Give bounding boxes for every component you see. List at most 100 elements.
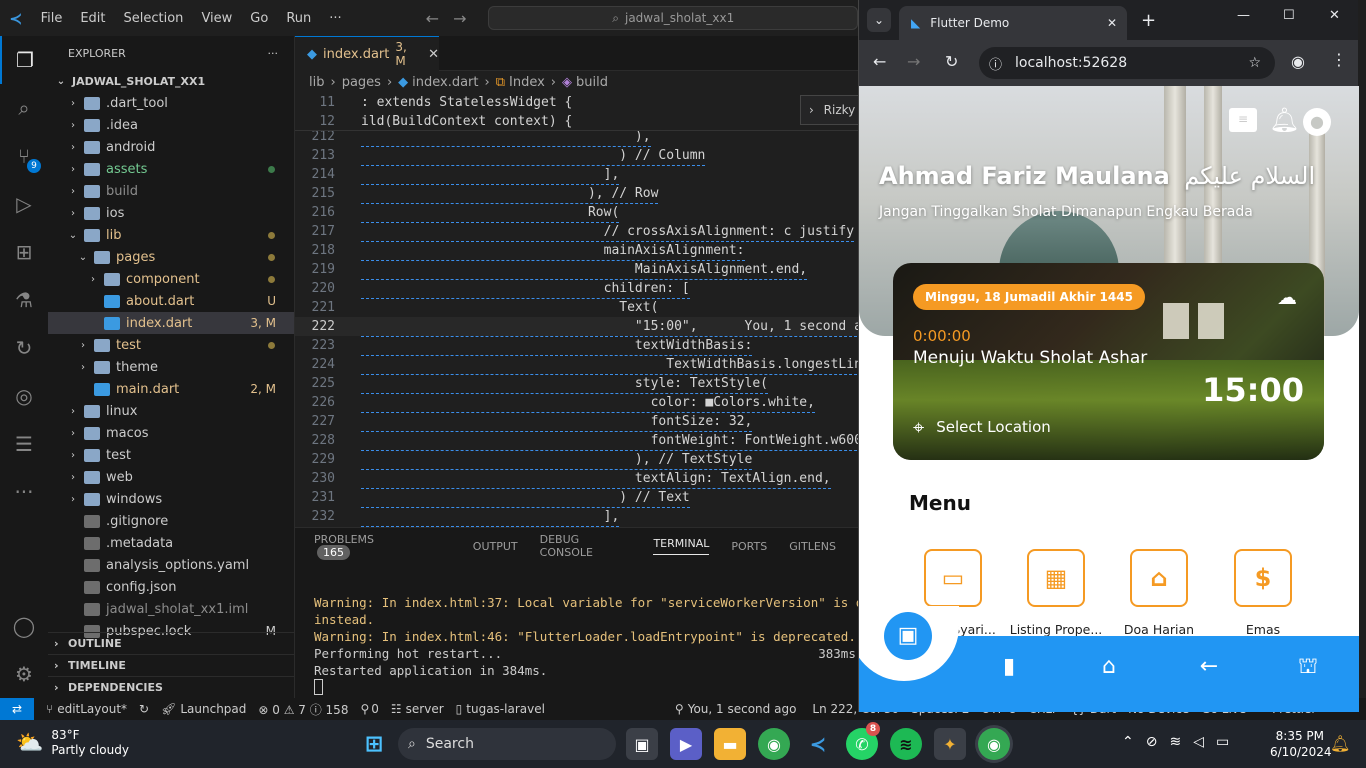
weather-widget[interactable]: ⛅ 83°F Partly cloudy [16, 728, 129, 758]
status-problems[interactable]: ⊗ 0 ⚠ 7 ⓘ 158 [258, 701, 348, 718]
account-icon[interactable]: ◯ [0, 602, 48, 650]
reload-icon[interactable]: ↻ [945, 52, 958, 71]
select-location-button[interactable]: ⌖ Select Location [913, 415, 1051, 439]
breadcrumb-file[interactable]: index.dart [412, 75, 478, 90]
database-icon[interactable]: ☰ [0, 420, 48, 468]
nav-active-profile-button[interactable]: ▣ [884, 612, 932, 660]
menu-file[interactable]: File [32, 11, 72, 26]
address-bar[interactable]: ⓘ localhost:52628 ☆ [979, 47, 1275, 79]
chrome-tab-flutter-demo[interactable]: ◣ Flutter Demo ✕ [899, 6, 1127, 40]
search-icon[interactable]: ⌕ [0, 84, 48, 132]
taskbar-search[interactable]: ⌕ Search [398, 728, 616, 760]
tree-item[interactable]: ⌄ lib [48, 224, 294, 246]
panel-tab-debug-console[interactable]: DEBUG CONSOLE [540, 533, 632, 559]
explorer-icon[interactable]: ❐ [0, 36, 48, 84]
panel-tab-problems[interactable]: PROBLEMS 165 [314, 533, 451, 560]
system-tray[interactable]: ⌃⊘≋◁▭ [1122, 734, 1241, 750]
explorer-more-icon[interactable]: ··· [268, 47, 279, 60]
tree-item[interactable]: › test [48, 334, 294, 356]
status-blame[interactable]: You, 1 second ago [688, 702, 797, 716]
breadcrumb-lib[interactable]: lib [309, 75, 324, 90]
status-repo[interactable]: tugas-laravel [466, 702, 545, 716]
menu-selection[interactable]: Selection [115, 11, 193, 26]
task-view-icon[interactable]: ▣ [626, 728, 658, 760]
nav-back-forward-icon[interactable]: ←→ [426, 9, 481, 28]
sync-icon[interactable]: ↻ [139, 702, 149, 716]
bookmark-star-icon[interactable]: ☆ [1248, 55, 1261, 71]
run-debug-icon[interactable]: ▷ [0, 180, 48, 228]
menu-building-button[interactable]: ▦ [1027, 549, 1085, 607]
section-outline[interactable]: › OUTLINE [48, 632, 294, 654]
tree-item[interactable]: ⌄ pages [48, 246, 294, 268]
close-window-icon[interactable]: ✕ [1329, 8, 1340, 23]
tree-item[interactable]: › android [48, 136, 294, 158]
tree-item[interactable]: main.dart 2, M [48, 378, 294, 400]
new-tab-icon[interactable]: + [1141, 10, 1156, 31]
tree-item[interactable]: index.dart 3, M [48, 312, 294, 334]
forward-arrow-icon[interactable]: → [907, 52, 920, 71]
terminal-output[interactable]: Warning: In index.html:37: Local variabl… [295, 564, 901, 695]
tree-item[interactable]: › component [48, 268, 294, 290]
tree-item[interactable]: about.dart U [48, 290, 294, 312]
explorer-root[interactable]: ⌄ JADWAL_SHOLAT_XX1 [48, 70, 294, 92]
status-branch[interactable]: editLayout* [57, 702, 127, 716]
menu-view[interactable]: View [192, 11, 241, 26]
nav-back-arrow-icon[interactable]: ← [1194, 654, 1224, 684]
git-graph-icon[interactable]: ↻ [0, 324, 48, 372]
tree-item[interactable]: jadwal_sholat_xx1.iml [48, 598, 294, 620]
nav-mosque-icon[interactable]: ⛫ [1293, 654, 1323, 684]
code-editor[interactable]: 11: extends StatelessWidget {12 ild(Build… [295, 93, 858, 527]
windows-start-icon[interactable]: ⊞ [358, 728, 390, 760]
profile-icon[interactable]: ◉ [1291, 52, 1305, 71]
vscode-icon[interactable]: ≺ [802, 728, 834, 760]
status-ports[interactable]: 0 [371, 702, 379, 716]
tree-item[interactable]: › theme [48, 356, 294, 378]
menu-mosque-button[interactable]: ⌂ [1130, 549, 1188, 607]
tree-item[interactable]: › assets [48, 158, 294, 180]
close-icon[interactable]: ✕ [1107, 16, 1117, 30]
testing-icon[interactable]: ⚗ [0, 276, 48, 324]
whatsapp-icon[interactable]: ✆ 8 [846, 722, 880, 760]
remote-indicator-icon[interactable]: ⇄ [0, 698, 34, 720]
file-explorer-icon[interactable]: ▬ [714, 728, 746, 760]
chrome-active-icon[interactable]: ◉ [978, 728, 1010, 760]
panel-tab-output[interactable]: OUTPUT [473, 540, 518, 553]
bell-icon[interactable]: 🔔︎ [1269, 106, 1299, 134]
source-control-icon[interactable]: ⑂ 9 [0, 132, 48, 180]
menu-dollar-button[interactable]: $ [1234, 549, 1292, 607]
tree-item[interactable]: .gitignore [48, 510, 294, 532]
tree-item[interactable]: › linux [48, 400, 294, 422]
breadcrumb-method[interactable]: build [576, 75, 608, 90]
breadcrumb-class[interactable]: Index [509, 75, 545, 90]
tree-item[interactable]: › .dart_tool [48, 92, 294, 114]
chat-icon[interactable]: ≡ [1229, 108, 1257, 132]
command-center-search[interactable]: ⌕ jadwal_sholat_xx1 [488, 6, 858, 30]
menu-edit[interactable]: Edit [71, 11, 114, 26]
menu-run[interactable]: Run [277, 11, 320, 26]
chrome-icon[interactable]: ◉ [758, 728, 790, 760]
panel-tab-terminal[interactable]: TERMINAL [653, 537, 710, 555]
remote-explorer-icon[interactable]: ◎ [0, 372, 48, 420]
spotify-icon[interactable]: ≋ [890, 728, 922, 760]
menu-card-button[interactable]: ▭ [924, 549, 982, 607]
meet-icon[interactable]: ▶ [670, 728, 702, 760]
tree-item[interactable]: › ios [48, 202, 294, 224]
panel-tab-gitlens[interactable]: GITLENS [789, 540, 836, 553]
nav-book-icon[interactable]: ▮ [994, 654, 1024, 684]
tree-item[interactable]: .metadata [48, 532, 294, 554]
menu-more[interactable]: ··· [320, 11, 350, 26]
section-dependencies[interactable]: › DEPENDENCIES [48, 676, 294, 698]
status-server[interactable]: server [406, 702, 444, 716]
close-icon[interactable]: ✕ [428, 47, 439, 62]
maximize-icon[interactable]: ☐ [1283, 8, 1295, 23]
notification-bell-icon[interactable]: 🔔︎ [1330, 734, 1350, 753]
extensions-icon[interactable]: ⊞ [0, 228, 48, 276]
user-avatar-icon[interactable]: ● [1303, 108, 1331, 136]
tree-item[interactable]: › build [48, 180, 294, 202]
chrome-menu-icon[interactable]: ⋮ [1331, 50, 1347, 69]
panel-tab-ports[interactable]: PORTS [731, 540, 767, 553]
tree-item[interactable]: › macos [48, 422, 294, 444]
tree-item[interactable]: › test [48, 444, 294, 466]
breadcrumb-pages[interactable]: pages [342, 75, 381, 90]
more-icon[interactable]: ··· [0, 468, 48, 516]
